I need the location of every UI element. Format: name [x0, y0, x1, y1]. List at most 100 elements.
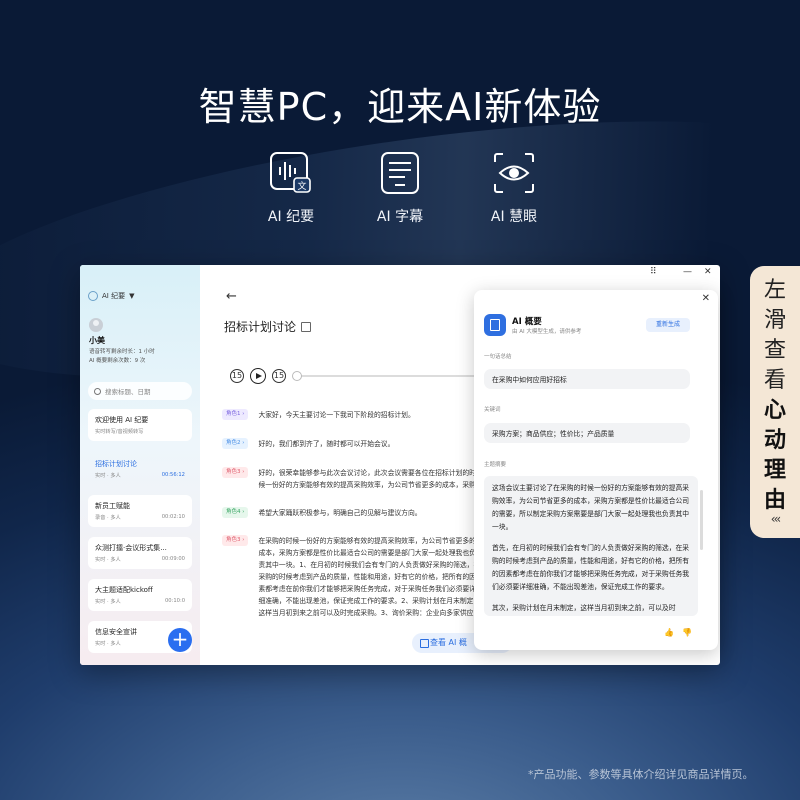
transcript-text: 好的，很荣幸能够参与此次会议讨论，此次会议需要各位在招标计划的时候一份好的方案能… [258, 469, 476, 489]
rewind-button[interactable]: 15 [230, 369, 244, 383]
feature-ai-vision: AI 慧眼 [469, 150, 559, 226]
feature-ai-subtitles: AI 字幕 [355, 150, 445, 226]
page-title: 招标计划讨论 [224, 318, 312, 335]
transcription-quota: 语音转写剩余时长：1 小时 [89, 349, 155, 355]
panel-title: AI 概要 [512, 317, 542, 327]
transcript-line: 角色1 › 大家好，今天主要讨论一下我司下阶段的招标计划。 [222, 409, 482, 423]
speaker-tag[interactable]: 角色4 › [222, 507, 249, 518]
feature-row: 文 AI 纪要 AI 字幕 AI 慧眼 [0, 150, 800, 230]
swipe-hint-tab[interactable]: 左 滑 查 看 心 动 理 由 ‹‹‹ [750, 266, 800, 538]
summary-quota: AI 概要剩余次数：9 次 [89, 358, 146, 364]
list-item-title: 众测打擂·会议形式集... [95, 544, 167, 552]
ai-summary-panel: ✕ AI 概要 由 AI 大模型生成，请供参考 重新生成 一句话总结 在采购中如… [474, 290, 718, 650]
keywords-label: 关键词 [484, 407, 501, 413]
transcript-line: 角色3 › 在采购的时候一份好的方案能够有效的提高采购效率，为公司节省更多的成本… [222, 535, 482, 621]
play-button[interactable] [250, 368, 266, 384]
panel-subtitle: 由 AI 大模型生成，请供参考 [512, 329, 582, 335]
list-item-time: 00:10:0 [165, 598, 185, 604]
transcript-line: 角色2 › 好的，我们都到齐了，随时都可以开始会议。 [222, 438, 482, 452]
one-liner-label: 一句话总结 [484, 354, 512, 360]
progress-track[interactable] [296, 375, 476, 377]
summary-box[interactable]: 这场会议主要讨论了在采购的时候一份好的方案能够有效的提高采购效率，为公司节省更多… [484, 476, 698, 616]
summary-paragraph: 这场会议主要讨论了在采购的时候一份好的方案能够有效的提高采购效率，为公司节省更多… [492, 484, 690, 531]
ai-summary-logo-icon [484, 314, 506, 336]
speaker-tag[interactable]: 角色3 › [222, 467, 249, 478]
feature-label: AI 慧眼 [490, 209, 538, 225]
headline: 智慧PC，迎来AI新体验 [198, 85, 602, 129]
one-liner-box: 在采购中如何应用好招标 [484, 369, 690, 389]
edit-icon[interactable] [301, 321, 312, 332]
caret-down-icon: ▼ [129, 292, 135, 300]
summary-paragraph: 其次，采购计划在月末制定，这样当月初到来之前，可以及时 [492, 604, 676, 612]
search-icon [94, 387, 101, 395]
summary-paragraph: 首先，在月初的时候我们会有专门的人负责做好采购的筛选，在采购的时候考虑到产品的质… [492, 544, 690, 591]
list-item-sub: 实时转写/音视频转写 [95, 429, 144, 435]
progress-knob[interactable] [292, 371, 302, 381]
list-item[interactable]: 新员工赋能 录音 · 多人 00:02:10 [88, 495, 192, 527]
app-switcher[interactable]: AI 纪要 ▼ [88, 291, 134, 301]
list-item[interactable]: 欢迎使用 AI 纪要 实时转写/音视频转写 [88, 409, 192, 441]
list-item-title: 大主题适配kickoff [95, 586, 153, 594]
list-item-sub: 录音 · 多人 [95, 515, 121, 521]
list-item-active[interactable]: 招标计划讨论 实时 · 多人 00:56:12 [88, 453, 192, 485]
minimize-icon[interactable]: — [683, 267, 692, 277]
list-item-title: 新员工赋能 [95, 502, 130, 510]
feature-ai-minutes: 文 AI 纪要 [246, 150, 336, 226]
transcript-line: 角色4 › 希望大家踊跃积极参与，明确自己的见解与建议方向。 [222, 507, 482, 521]
close-window-icon[interactable]: ✕ [704, 267, 712, 277]
side-char: 理 [763, 458, 786, 483]
speaker-tag[interactable]: 角色3 › [222, 535, 249, 546]
list-item[interactable]: 众测打擂·会议形式集... 实时 · 多人 00:09:00 [88, 537, 192, 569]
feature-label: AI 纪要 [267, 209, 315, 225]
list-item-sub: 实时 · 多人 [95, 599, 121, 605]
add-recording-button[interactable]: + [168, 628, 192, 652]
list-item-time: 00:02:10 [161, 514, 185, 520]
voice-to-text-icon: 文 [268, 150, 314, 196]
doc-title-text: 招标计划讨论 [224, 320, 297, 334]
transcript-text: 希望大家踊跃积极参与，明确自己的见解与建议方向。 [258, 509, 422, 517]
search-input[interactable]: 搜索标题、日期 [88, 382, 192, 400]
transcript-line: 角色3 › 好的，很荣幸能够参与此次会议讨论，此次会议需要各位在招标计划的时候一… [222, 467, 482, 493]
regenerate-button[interactable]: 重新生成 [646, 318, 690, 332]
thumbs-up-icon[interactable]: 👍 [664, 628, 674, 637]
forward-button[interactable]: 15 [272, 369, 286, 383]
chevrons-left-icon: ‹‹‹ [770, 512, 781, 526]
footnote: *产品功能、参数等具体介绍详见商品详情页。 [528, 768, 754, 781]
close-icon[interactable]: ✕ [702, 293, 710, 304]
sidebar: AI 纪要 ▼ 小美 语音转写剩余时长：1 小时 AI 概要剩余次数：9 次 搜… [80, 265, 200, 665]
avatar[interactable] [89, 318, 103, 332]
panel-scrollbar[interactable] [700, 490, 703, 550]
user-name: 小美 [89, 336, 105, 345]
transcript-text: 在采购的时候一份好的方案能够有效的提高采购效率，为公司节省更多的成本，采购方案都… [258, 537, 481, 617]
back-arrow-icon[interactable]: ← [226, 289, 237, 304]
side-char: 左 [763, 278, 786, 303]
side-char: 动 [763, 428, 786, 453]
list-item-sub: 实时 · 多人 [95, 473, 121, 479]
list-item-sub: 实时 · 多人 [95, 641, 121, 647]
subtitle-icon [377, 150, 423, 196]
side-char: 心 [763, 398, 786, 423]
speaker-tag[interactable]: 角色1 › [222, 409, 249, 420]
search-placeholder: 搜索标题、日期 [105, 388, 151, 396]
list-item-title: 招标计划讨论 [95, 460, 137, 468]
summary-label: 主题摘要 [484, 462, 507, 468]
transcript-text: 好的，我们都到齐了，随时都可以开始会议。 [258, 440, 395, 448]
list-item-sub: 实时 · 多人 [95, 557, 121, 563]
side-char: 查 [763, 338, 786, 363]
list-item-time: 00:09:00 [161, 556, 185, 562]
feature-label: AI 字幕 [376, 209, 424, 225]
list-item-time: 00:56:12 [161, 472, 185, 478]
thumbs-down-icon[interactable]: 👎 [682, 628, 692, 637]
audio-player: 15 15 [230, 368, 286, 384]
eye-icon [491, 150, 537, 196]
list-item-title: 欢迎使用 AI 纪要 [95, 416, 149, 424]
list-item[interactable]: 大主题适配kickoff 实时 · 多人 00:10:0 [88, 579, 192, 611]
drag-handle-icon[interactable]: ⠿ [650, 267, 657, 277]
side-char: 看 [763, 368, 786, 393]
svg-text:文: 文 [297, 180, 306, 192]
side-char: 滑 [763, 308, 786, 333]
speaker-tag[interactable]: 角色2 › [222, 438, 249, 449]
transcript-text: 大家好，今天主要讨论一下我司下阶段的招标计划。 [258, 411, 415, 419]
keywords-box: 采购方案；商品供应；性价比；产品质量 [484, 423, 690, 443]
app-logo-icon [88, 291, 98, 301]
